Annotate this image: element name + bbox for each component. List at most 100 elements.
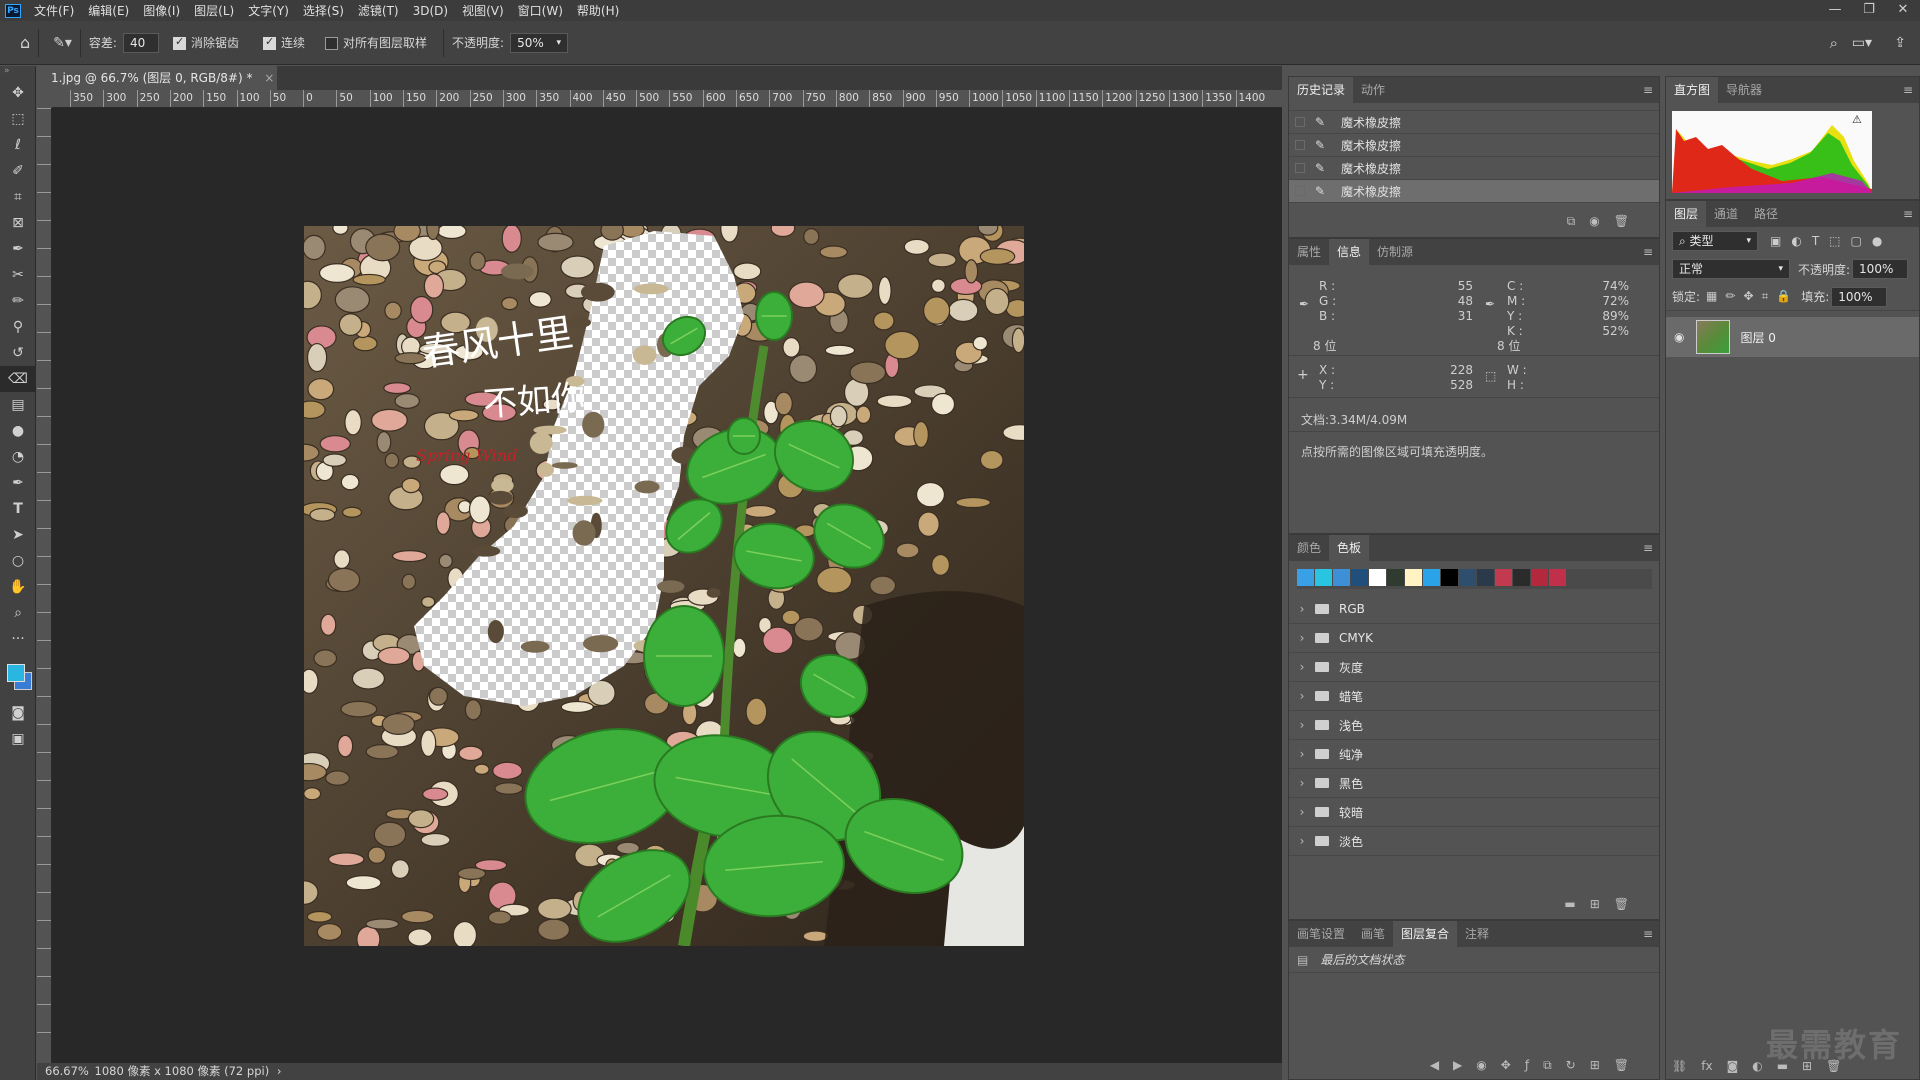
- lock-position-icon[interactable]: ✥: [1743, 289, 1753, 304]
- marquee-tool-icon[interactable]: ⬚: [0, 106, 36, 132]
- dodge-tool-icon[interactable]: ◔: [0, 444, 36, 470]
- chevron-right-icon[interactable]: ›: [1295, 834, 1309, 848]
- new-group-icon[interactable]: ▬: [1564, 897, 1575, 911]
- chevron-right-icon[interactable]: ›: [1295, 631, 1309, 645]
- panel-menu-icon[interactable]: ≡: [1643, 541, 1653, 555]
- menu-select[interactable]: 选择(S): [296, 2, 351, 19]
- crop-tool-icon[interactable]: ⌗: [0, 184, 36, 210]
- eyedropper-tool-icon[interactable]: ✒: [0, 236, 36, 262]
- history-item[interactable]: ✎ 魔术橡皮擦: [1289, 111, 1659, 134]
- history-brush-tool-icon[interactable]: ↺: [0, 340, 36, 366]
- position-comp-icon[interactable]: ✥: [1501, 1058, 1511, 1073]
- stamp-tool-icon[interactable]: ⚲: [0, 314, 36, 340]
- document-tab[interactable]: 1.jpg @ 66.7% (图层 0, RGB/8#) * ×: [37, 66, 277, 90]
- chevron-right-icon[interactable]: ›: [1295, 747, 1309, 761]
- ruler-vertical[interactable]: [37, 108, 52, 1063]
- ellipse-tool-icon[interactable]: ○: [0, 548, 36, 574]
- adjustment-layer-icon[interactable]: ◐: [1752, 1059, 1762, 1073]
- tab-brush-settings[interactable]: 画笔设置: [1289, 921, 1353, 947]
- filter-smart-icon[interactable]: ▢: [1851, 234, 1862, 248]
- tab-notes[interactable]: 注释: [1457, 921, 1497, 947]
- eraser-tool-icon[interactable]: ⌫: [0, 366, 36, 392]
- tab-layer-comps[interactable]: 图层复合: [1393, 921, 1458, 947]
- filter-shape-icon[interactable]: ⬚: [1829, 234, 1840, 248]
- opacity-input[interactable]: 50% ▾: [510, 32, 569, 53]
- path-select-tool-icon[interactable]: ➤: [0, 522, 36, 548]
- zoom-tool-icon[interactable]: ⌕: [0, 600, 36, 626]
- pen-tool-icon[interactable]: ✒: [0, 470, 36, 496]
- healing-tool-icon[interactable]: ✂: [0, 262, 36, 288]
- document-dimensions[interactable]: 1080 像素 x 1080 像素 (72 ppi): [95, 1064, 270, 1078]
- screen-mode-icon[interactable]: ▣: [0, 726, 36, 752]
- minimize-button[interactable]: —: [1818, 0, 1852, 21]
- menu-type[interactable]: 文字(Y): [241, 2, 296, 19]
- close-tab-icon[interactable]: ×: [264, 71, 274, 85]
- swatch-group[interactable]: › 纯净: [1289, 740, 1659, 769]
- tab-actions[interactable]: 动作: [1353, 77, 1393, 103]
- menu-file[interactable]: 文件(F): [27, 2, 81, 19]
- color-swatch[interactable]: [1387, 569, 1404, 586]
- menu-filter[interactable]: 滤镜(T): [351, 2, 406, 19]
- history-item-selected[interactable]: ✎ 魔术橡皮擦: [1289, 180, 1659, 203]
- quick-mask-icon[interactable]: ◙: [0, 700, 36, 726]
- swatch-group[interactable]: › CMYK: [1289, 624, 1659, 653]
- fx-icon[interactable]: fx: [1701, 1059, 1712, 1073]
- tab-swatches[interactable]: 色板: [1329, 535, 1370, 561]
- ruler-horizontal[interactable]: 350 300 250 200 150 100 50 0 50 100 150 200 250 300 35…: [52, 90, 1282, 108]
- lock-artboard-icon[interactable]: ⌗: [1762, 289, 1769, 304]
- lock-transparent-icon[interactable]: ▦: [1706, 289, 1717, 304]
- previous-icon[interactable]: ◀: [1430, 1058, 1439, 1073]
- menu-edit[interactable]: 编辑(E): [81, 2, 136, 19]
- contiguous-checkbox[interactable]: 连续: [262, 34, 305, 51]
- home-icon[interactable]: ⌂: [20, 33, 30, 52]
- panel-menu-icon[interactable]: ≡: [1903, 83, 1913, 97]
- type-tool-icon[interactable]: T: [0, 496, 36, 522]
- color-swatches[interactable]: [0, 652, 35, 700]
- tab-color[interactable]: 颜色: [1289, 535, 1329, 561]
- color-swatch[interactable]: [1495, 569, 1512, 586]
- zoom-level[interactable]: 66.67%: [45, 1064, 89, 1078]
- swatch-group[interactable]: › 黑色: [1289, 769, 1659, 798]
- new-document-icon[interactable]: ⧉: [1567, 214, 1576, 229]
- color-swatch[interactable]: [1513, 569, 1530, 586]
- color-swatch[interactable]: [1459, 569, 1476, 586]
- visibility-eye-icon[interactable]: ◉: [1674, 330, 1684, 344]
- tab-properties[interactable]: 属性: [1289, 239, 1329, 265]
- collapse-icon[interactable]: »: [0, 66, 35, 80]
- share-icon[interactable]: ⇪: [1894, 35, 1906, 51]
- tab-channels[interactable]: 通道: [1706, 201, 1746, 227]
- new-swatch-icon[interactable]: ⊞: [1590, 897, 1600, 911]
- search-icon[interactable]: ⌕: [1830, 34, 1838, 52]
- menu-help[interactable]: 帮助(H): [570, 2, 626, 19]
- lock-all-icon[interactable]: 🔒: [1776, 289, 1791, 304]
- color-swatch[interactable]: [1315, 569, 1332, 586]
- brush-tool-icon[interactable]: ✏: [0, 288, 36, 314]
- history-item[interactable]: ✎ 魔术橡皮擦: [1289, 134, 1659, 157]
- menu-window[interactable]: 窗口(W): [511, 2, 570, 19]
- layer-opacity-input[interactable]: 100%: [1852, 259, 1909, 279]
- swatch-group[interactable]: › 蜡笔: [1289, 682, 1659, 711]
- tab-paths[interactable]: 路径: [1746, 201, 1786, 227]
- color-swatch[interactable]: [1333, 569, 1350, 586]
- frame-tool-icon[interactable]: ⊠: [0, 210, 36, 236]
- next-icon[interactable]: ▶: [1453, 1058, 1462, 1073]
- more-tools-icon[interactable]: ···: [0, 626, 36, 652]
- visibility-comp-icon[interactable]: ◉: [1476, 1058, 1486, 1073]
- menu-image[interactable]: 图像(I): [136, 2, 187, 19]
- tab-histogram[interactable]: 直方图: [1666, 77, 1719, 103]
- chevron-right-icon[interactable]: ›: [1295, 689, 1309, 703]
- color-swatch[interactable]: [1477, 569, 1494, 586]
- tab-history[interactable]: 历史记录: [1289, 77, 1354, 103]
- history-item[interactable]: ✎ 魔术橡皮擦: [1289, 157, 1659, 180]
- quick-select-tool-icon[interactable]: ✐: [0, 158, 36, 184]
- layer-name[interactable]: 图层 0: [1740, 329, 1775, 346]
- trash-icon[interactable]: 🗑: [1614, 897, 1629, 911]
- menu-3d[interactable]: 3D(D): [406, 4, 455, 18]
- lasso-tool-icon[interactable]: ℓ: [0, 132, 36, 158]
- layer-filter-select[interactable]: ⌕ 类型 ▾: [1672, 231, 1758, 251]
- swatch-group[interactable]: › 较暗: [1289, 798, 1659, 827]
- tolerance-input[interactable]: 40: [122, 32, 159, 53]
- warning-icon[interactable]: ⚠: [1852, 113, 1862, 126]
- trash-icon[interactable]: 🗑: [1614, 214, 1629, 229]
- filter-pixel-icon[interactable]: ▣: [1770, 234, 1781, 248]
